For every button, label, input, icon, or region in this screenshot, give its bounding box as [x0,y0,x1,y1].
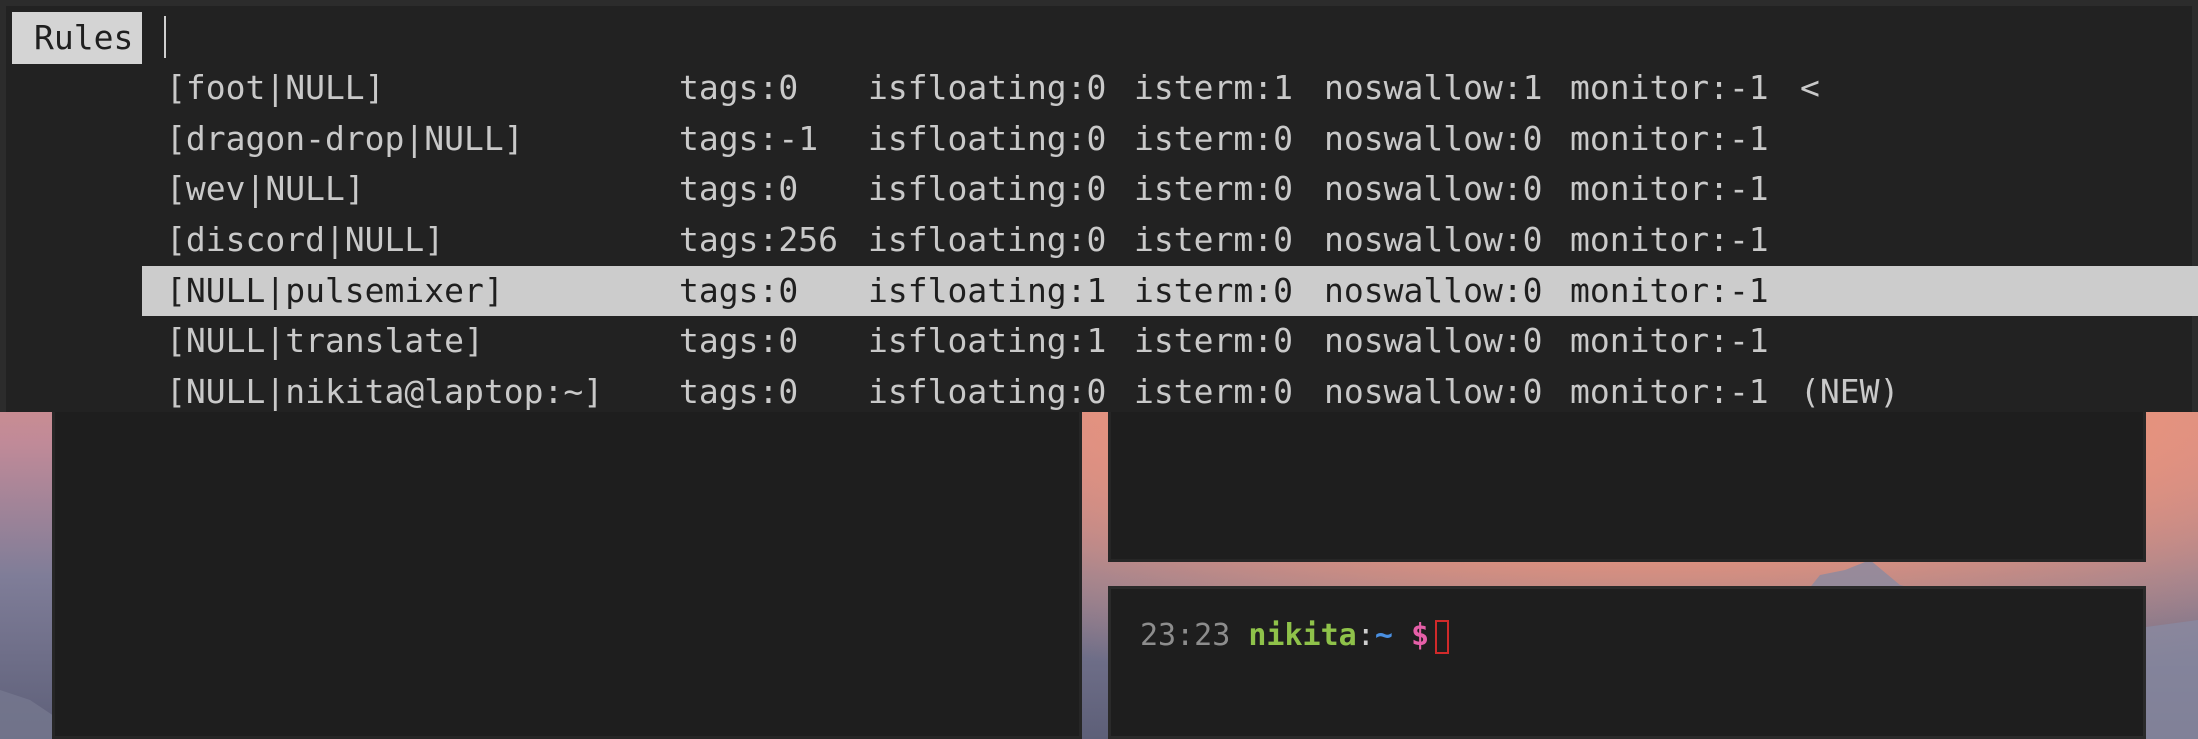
rule-monitor: monitor:-1 [1570,271,1769,310]
rule-noswallow: noswallow:0 [1324,119,1543,158]
rule-isterm: isterm:0 [1134,169,1293,208]
rule-monitor: monitor:-1 [1570,321,1769,360]
window-left[interactable] [52,400,1082,739]
rules-launcher: Rules [foot|NULL] tags:0 isfloating:0 ister… [0,0,2198,412]
rule-name: [NULL|translate] [166,321,484,360]
rule-isterm: isterm:0 [1134,220,1293,259]
rule-monitor: monitor:-1 [1570,220,1769,259]
launcher-prompt-label: Rules [12,12,142,64]
terminal-window[interactable] [1108,586,2146,739]
prompt-dollar: $ [1410,618,1429,653]
rule-noswallow: noswallow:0 [1324,220,1543,259]
rule-name: [discord|NULL] [166,220,445,259]
rule-noswallow: noswallow:0 [1324,169,1543,208]
rule-row[interactable]: [wev|NULL] tags:0 isfloating:0 isterm:0 nosw… [142,164,2198,214]
prompt-path: ~ [1374,618,1393,653]
prompt-time: 23:23 [1140,618,1231,653]
launcher-input-caret[interactable] [164,16,166,58]
rule-tags: tags:0 [679,169,799,208]
rule-isterm: isterm:1 [1134,68,1293,107]
rule-noswallow: noswallow:0 [1324,321,1543,360]
rule-row[interactable]: [NULL|nikita@laptop:~] tags:0 isfloating:0… [142,367,2198,417]
rule-name: [foot|NULL] [166,68,385,107]
rule-row[interactable]: [dragon-drop|NULL] tags:-1 isfloating:0 ist… [142,114,2198,164]
rule-isfloating: isfloating:0 [868,68,1107,107]
rule-tags: tags:0 [679,68,799,107]
terminal-prompt[interactable]: 23:23 nikita:~ $ [1140,616,1449,656]
rule-noswallow: noswallow:0 [1324,372,1543,411]
rule-tags: tags:0 [679,271,799,310]
prompt-user: nikita [1248,618,1357,653]
rule-isterm: isterm:0 [1134,321,1293,360]
rule-row[interactable]: [NULL|translate] tags:0 isfloating:1 isterm… [142,316,2198,366]
rule-name: [NULL|pulsemixer] [166,271,504,310]
rule-tags: tags:-1 [679,119,819,158]
rule-row[interactable]: [NULL|pulsemixer] tags:0 isfloating:1 ister… [142,266,2198,316]
rule-noswallow: noswallow:0 [1324,271,1543,310]
rule-monitor: monitor:-1 [1570,68,1769,107]
window-right-top[interactable] [1108,400,2146,562]
rule-name: [NULL|nikita@laptop:~] [166,372,604,411]
rule-name: [dragon-drop|NULL] [166,119,524,158]
rule-note: < [1800,68,1820,107]
rule-tags: tags:0 [679,372,799,411]
rule-isfloating: isfloating:0 [868,169,1107,208]
rule-isterm: isterm:0 [1134,372,1293,411]
rule-monitor: monitor:-1 [1570,372,1769,411]
rule-isfloating: isfloating:0 [868,119,1107,158]
rule-isfloating: isfloating:0 [868,372,1107,411]
rule-name: [wev|NULL] [166,169,365,208]
prompt-colon: : [1356,618,1375,653]
rule-isterm: isterm:0 [1134,271,1293,310]
terminal-cursor [1435,619,1449,654]
rule-isfloating: isfloating:1 [868,271,1107,310]
rule-row[interactable]: [discord|NULL] tags:256 isfloating:0 isterm… [142,215,2198,265]
rule-tags: tags:256 [679,220,838,259]
rule-monitor: monitor:-1 [1570,169,1769,208]
rule-tags: tags:0 [679,321,799,360]
rule-isfloating: isfloating:0 [868,220,1107,259]
rule-monitor: monitor:-1 [1570,119,1769,158]
rule-row[interactable]: [foot|NULL] tags:0 isfloating:0 isterm:1 nos… [142,63,2198,113]
rule-isfloating: isfloating:1 [868,321,1107,360]
rule-note: (NEW) [1800,372,1900,411]
rule-isterm: isterm:0 [1134,119,1293,158]
rule-noswallow: noswallow:1 [1324,68,1543,107]
